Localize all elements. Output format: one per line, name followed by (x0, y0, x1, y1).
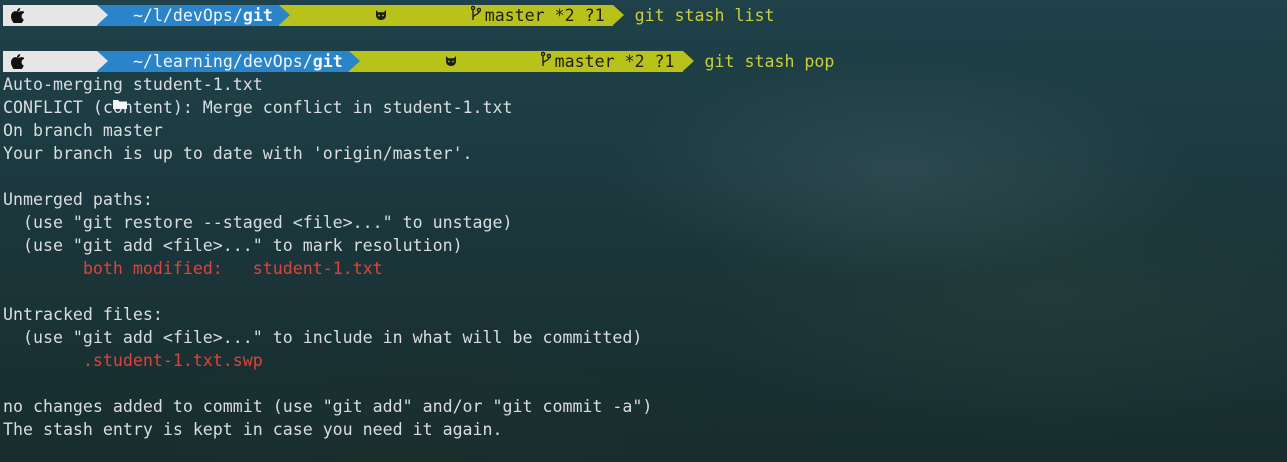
conflict-file: student-1.txt (252, 259, 383, 278)
git-segment: master *2 ?1 (348, 51, 694, 72)
path-segment: ~/learning/devOps/git (96, 51, 360, 109)
output-line: no changes added to commit (use "git add… (3, 397, 653, 416)
path-current-dir: git (312, 52, 343, 71)
output-line: Unmerged paths: (3, 190, 153, 209)
output-line: On branch master (3, 121, 163, 140)
path-middle: learning/devOps/ (152, 52, 313, 71)
command-text: git stash list (634, 6, 775, 25)
conflict-file-line: both modified: student-1.txt (3, 257, 1283, 280)
prompt-line-2: ~/learning/devOps/git master *2 ?1 git s… (3, 50, 1283, 109)
folder-icon (112, 57, 127, 109)
branch-status: master *2 ?1 (484, 6, 605, 25)
path-segment: ~/l/devOps/git (96, 5, 290, 63)
untracked-file: .student-1.txt.swp (82, 351, 263, 370)
terminal-window[interactable]: ~/l/devOps/git master *2 ?1 git stash li… (3, 4, 1283, 441)
output-line: Untracked files: (3, 305, 163, 324)
os-segment (3, 51, 108, 72)
output-line: (use "git restore --staged <file>..." to… (3, 213, 513, 232)
path-prefix: ~/ (132, 52, 153, 71)
output-line: Auto-merging student-1.txt (3, 75, 263, 94)
output-line: CONFLICT (content): Merge conflict in st… (3, 98, 513, 117)
output-line: (use "git add <file>..." to include in w… (3, 328, 643, 347)
output-line: The stash entry is kept in case you need… (3, 420, 503, 439)
apple-icon (11, 12, 91, 111)
prompt-line-1: ~/l/devOps/git master *2 ?1 git stash li… (3, 4, 1283, 63)
output-line: (use "git add <file>..." to mark resolut… (3, 236, 463, 255)
path-middle: l/devOps/ (152, 6, 243, 25)
path-prefix: ~/ (132, 6, 153, 25)
github-cat-icon (365, 30, 457, 93)
folder-icon (112, 11, 127, 63)
branch-status: master *2 ?1 (554, 52, 675, 71)
git-branch-icon (461, 30, 551, 93)
path-current-dir: git (242, 6, 273, 25)
output-line: Your branch is up to date with 'origin/m… (3, 144, 473, 163)
untracked-file-line: .student-1.txt.swp (3, 349, 1283, 372)
conflict-status: both modified: (82, 259, 223, 278)
command-text: git stash pop (704, 52, 835, 71)
git-segment: master *2 ?1 (278, 5, 624, 26)
